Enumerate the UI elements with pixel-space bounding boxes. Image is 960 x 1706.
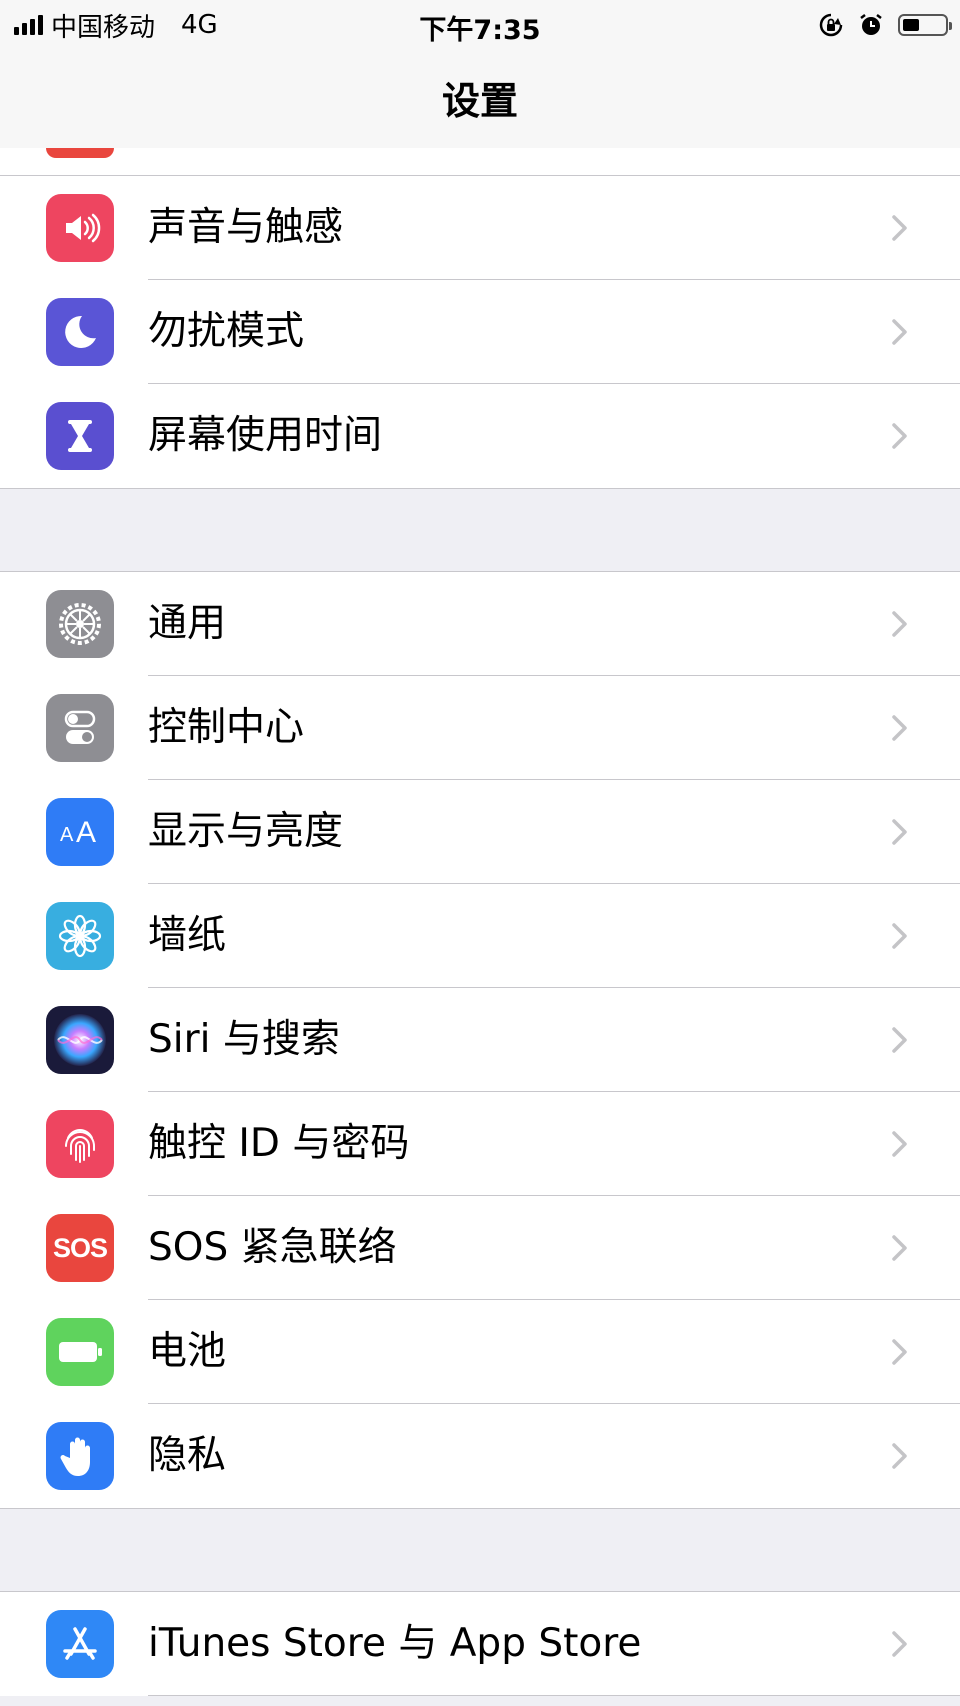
sos-icon: SOS	[46, 1214, 114, 1282]
settings-row-control-center[interactable]: 控制中心	[0, 676, 960, 780]
settings-row-display[interactable]: AA 显示与亮度	[0, 780, 960, 884]
battery-indicator	[898, 14, 952, 36]
partial-row-icon	[46, 148, 114, 158]
svg-text:A: A	[60, 824, 74, 846]
settings-row-privacy[interactable]: 隐私	[0, 1404, 960, 1508]
chevron-right-icon	[892, 319, 907, 345]
page-title: 设置	[441, 79, 518, 123]
moon-icon	[46, 298, 114, 366]
chevron-right-icon	[892, 1131, 907, 1157]
siri-icon	[46, 1006, 114, 1074]
settings-row-siri[interactable]: Siri 与搜索	[0, 988, 960, 1092]
row-label: 勿扰模式	[148, 309, 305, 354]
svg-text:A: A	[76, 816, 96, 849]
chevron-right-icon	[892, 611, 907, 637]
settings-row-screen-time[interactable]: 屏幕使用时间	[0, 384, 960, 488]
sound-icon	[46, 194, 114, 262]
chevron-right-icon	[892, 1235, 907, 1261]
settings-row-battery[interactable]: 电池	[0, 1300, 960, 1404]
battery-fill	[903, 19, 919, 31]
row-label: 控制中心	[148, 705, 305, 750]
gear-icon	[46, 590, 114, 658]
chevron-right-icon	[892, 819, 907, 845]
toggles-icon	[46, 694, 114, 762]
chevron-right-icon	[892, 423, 907, 449]
flower-icon	[46, 902, 114, 970]
settings-group-3: iTunes Store 与 App Store	[0, 1591, 960, 1696]
row-label: 触控 ID 与密码	[148, 1121, 410, 1166]
chevron-right-icon	[892, 923, 907, 949]
alarm-icon	[860, 14, 882, 35]
status-bar: 中国移动 4G 下午7:35	[0, 0, 960, 50]
settings-row-touch-id[interactable]: 触控 ID 与密码	[0, 1092, 960, 1196]
row-label: 屏幕使用时间	[148, 413, 383, 458]
chevron-right-icon	[892, 1027, 907, 1053]
battery-icon	[46, 1318, 114, 1386]
settings-row-sos[interactable]: SOS SOS 紧急联络	[0, 1196, 960, 1300]
hourglass-icon	[46, 402, 114, 470]
settings-group-1: 声音与触感 勿扰模式 屏幕使用时间	[0, 175, 960, 489]
sos-icon-text: SOS	[52, 1232, 108, 1263]
hand-icon	[46, 1422, 114, 1490]
settings-row-app-store[interactable]: iTunes Store 与 App Store	[0, 1592, 960, 1696]
status-time: 下午7:35	[419, 15, 541, 46]
app-store-icon	[46, 1610, 114, 1678]
navigation-bar: 设置	[0, 50, 960, 149]
chevron-right-icon	[892, 1443, 907, 1469]
row-label: 声音与触感	[148, 205, 344, 250]
settings-group-2: 通用 控制中心 AA 显示与亮度 墙纸 Siri 与搜索 触控 ID 与密码 S…	[0, 571, 960, 1509]
row-label: 隐私	[148, 1433, 227, 1478]
orientation-lock-icon	[819, 13, 843, 37]
settings-row-general[interactable]: 通用	[0, 572, 960, 676]
row-label: SOS 紧急联络	[148, 1225, 397, 1270]
status-right	[818, 8, 952, 42]
row-label: 通用	[148, 601, 227, 646]
settings-row-wallpaper[interactable]: 墙纸	[0, 884, 960, 988]
row-label: 显示与亮度	[148, 809, 344, 854]
chevron-right-icon	[892, 215, 907, 241]
row-label: iTunes Store 与 App Store	[148, 1621, 642, 1666]
row-label: 墙纸	[148, 913, 227, 958]
text-size-icon: AA	[46, 798, 114, 866]
row-separator	[148, 1695, 960, 1696]
settings-row-sounds[interactable]: 声音与触感	[0, 176, 960, 280]
settings-row-do-not-disturb[interactable]: 勿扰模式	[0, 280, 960, 384]
chevron-right-icon	[892, 1339, 907, 1365]
partial-list-row[interactable]	[0, 148, 960, 176]
fingerprint-icon	[46, 1110, 114, 1178]
chevron-right-icon	[892, 715, 907, 741]
row-label: 电池	[148, 1329, 227, 1374]
row-label: Siri 与搜索	[148, 1017, 340, 1062]
chevron-right-icon	[892, 1631, 907, 1657]
